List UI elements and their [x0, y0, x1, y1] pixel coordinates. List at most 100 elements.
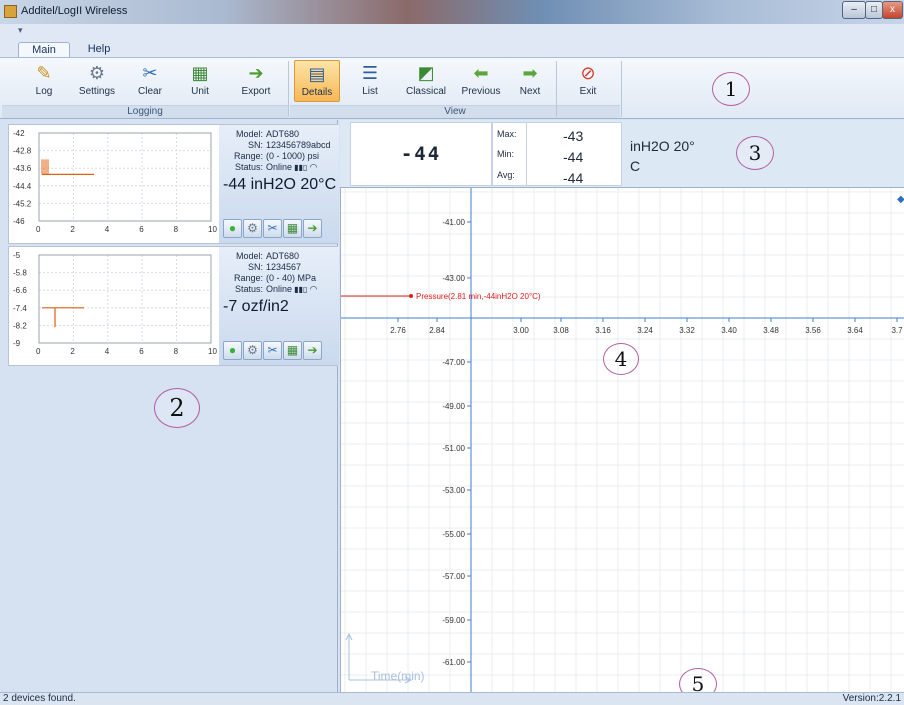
scissors-icon: ✂	[142, 63, 158, 83]
clear-button-label: Clear	[138, 86, 162, 97]
group-label-view: View	[290, 105, 620, 118]
main-x-tick: 3.40	[721, 326, 737, 335]
settings-button[interactable]: ⚙ Settings	[70, 60, 124, 102]
device-model-label: Model:	[235, 129, 263, 139]
stats-label-cell: Max: Min: Avg:	[492, 122, 526, 186]
device-gear-icon[interactable]: ⚙	[243, 341, 262, 360]
device-scissors-icon[interactable]: ✂	[263, 219, 282, 238]
main-y-tick: -49.00	[442, 402, 465, 411]
log-button[interactable]: ✎ Log	[22, 60, 66, 102]
log-button-label: Log	[35, 86, 53, 97]
mini-x-tick: 4	[105, 347, 110, 356]
title-bar: Additel/LogII Wireless – □ x	[0, 0, 904, 24]
next-button[interactable]: ➡ Next	[508, 60, 552, 102]
window-title: Additel/LogII Wireless	[21, 5, 128, 17]
unit-grid-icon: ▦	[191, 63, 209, 83]
mini-x-tick: 2	[70, 347, 75, 356]
device-export-arrow-icon[interactable]: ➔	[303, 341, 322, 360]
mini-x-tick: 6	[139, 347, 144, 356]
callout-1: 1	[712, 72, 750, 106]
mini-x-tick: 0	[36, 225, 41, 234]
callout-2: 2	[154, 388, 200, 428]
device-record-icon[interactable]: ●	[223, 341, 242, 360]
device-card[interactable]: -5 -5.8 -6.6 -7.4 -8.2 -9 0 2 4 6 8 10 Model: ADT680 S…	[8, 246, 339, 366]
device-range-row: Range: (0 - 40) MPa	[223, 273, 339, 284]
list-button[interactable]: ☰ List	[350, 60, 390, 102]
next-arrow-icon: ➡	[522, 63, 538, 83]
current-value-cell: -44	[350, 122, 492, 186]
main-y-tick: -59.00	[442, 616, 465, 625]
device-status-row: Status: Online ▮▮▯ ◠	[223, 284, 339, 295]
device-export-arrow-icon[interactable]: ➔	[303, 219, 322, 238]
previous-button[interactable]: ⬅ Previous	[456, 60, 506, 102]
device-card[interactable]: -42 -42.8 -43.6 -44.4 -45.2 -46 0 2 4 6 8 10 Model: A…	[8, 124, 339, 244]
classical-button[interactable]: ◩ Classical	[400, 60, 452, 102]
device-gear-icon[interactable]: ⚙	[243, 219, 262, 238]
mini-y-tick: -43.6	[13, 164, 32, 173]
ribbon-tabs: Main Help	[0, 40, 904, 58]
exit-icon: ⊘	[580, 63, 596, 83]
tab-main[interactable]: Main	[18, 42, 70, 58]
group-separator	[556, 61, 557, 117]
quick-access-dropdown-icon[interactable]: ▾	[18, 25, 23, 36]
unit-button-label: Unit	[191, 86, 209, 97]
gear-icon: ⚙	[88, 63, 106, 83]
main-x-tick: 3.16	[595, 326, 611, 335]
mini-y-tick: -6.6	[13, 286, 27, 295]
minimize-button[interactable]: –	[842, 1, 866, 19]
device-reading: -7 ozf/in2	[223, 298, 289, 315]
min-label: Min:	[497, 149, 515, 159]
maximize-button[interactable]: □	[865, 1, 883, 19]
chart-icon: ◩	[417, 63, 435, 83]
mini-trace	[42, 307, 84, 328]
main-x-tick: 3.08	[553, 326, 569, 335]
device-sn-row: SN: 1234567	[223, 262, 339, 273]
device-scissors-icon[interactable]: ✂	[263, 341, 282, 360]
main-y-tick: -51.00	[442, 444, 465, 453]
list-icon: ☰	[361, 63, 379, 83]
main-chart-area[interactable]: -41.00 -43.00 -47.00 -49.00 -51.00 -53.00 -55.…	[312, 188, 904, 700]
details-button[interactable]: ▤ Details	[294, 60, 340, 102]
main-chart[interactable]: -41.00 -43.00 -47.00 -49.00 -51.00 -53.00 -55.…	[312, 188, 904, 692]
mini-y-tick: -46	[13, 217, 25, 226]
group-separator	[621, 61, 622, 117]
device-toolbar: ● ⚙ ✂ ▦ ➔	[223, 219, 323, 239]
device-range-value: (0 - 1000) psi	[266, 151, 320, 161]
main-y-tick: -55.00	[442, 530, 465, 539]
main-x-tick: 3.24	[637, 326, 653, 335]
max-value: -43	[563, 128, 584, 144]
group-label-logging: Logging	[2, 105, 288, 118]
clear-button[interactable]: ✂ Clear	[126, 60, 174, 102]
main-x-tick: 3.56	[805, 326, 821, 335]
device-mini-chart: -5 -5.8 -6.6 -7.4 -8.2 -9 0 2 4 6 8 10	[9, 247, 219, 365]
tab-help[interactable]: Help	[78, 42, 120, 58]
mini-x-tick: 0	[36, 347, 41, 356]
device-status-label: Status:	[234, 162, 263, 172]
pressure-series-point	[409, 294, 413, 298]
mini-y-tick: -42	[13, 129, 25, 138]
callout-3: 3	[736, 136, 774, 170]
export-button[interactable]: ➔ Export	[228, 60, 284, 102]
mini-y-tick: -7.4	[13, 304, 27, 313]
device-range-row: Range: (0 - 1000) psi	[223, 151, 339, 162]
version-text: Version:2.2.1	[842, 693, 901, 704]
device-model-value: ADT680	[266, 129, 300, 139]
previous-arrow-icon: ⬅	[473, 63, 489, 83]
scroll-handle-icon[interactable]: ◆	[897, 194, 904, 205]
mini-y-tick: -8.2	[13, 321, 27, 330]
device-sn-row: SN: 123456789abcd	[223, 140, 339, 151]
wifi-icon: ◠	[307, 284, 317, 294]
details-button-label: Details	[301, 87, 333, 98]
device-record-icon[interactable]: ●	[223, 219, 242, 238]
close-button[interactable]: x	[882, 1, 903, 19]
mini-y-tick: -44.4	[13, 182, 32, 191]
device-unit-grid-icon[interactable]: ▦	[283, 219, 302, 238]
unit-button[interactable]: ▦ Unit	[176, 60, 224, 102]
exit-button[interactable]: ⊘ Exit	[566, 60, 610, 102]
export-arrow-icon: ➔	[248, 63, 264, 83]
device-unit-grid-icon[interactable]: ▦	[283, 341, 302, 360]
mini-y-tick: -45.2	[13, 199, 32, 208]
quick-access-toolbar: ▾	[0, 24, 904, 40]
device-model-row: Model: ADT680	[223, 251, 339, 262]
mini-x-tick: 6	[139, 225, 144, 234]
